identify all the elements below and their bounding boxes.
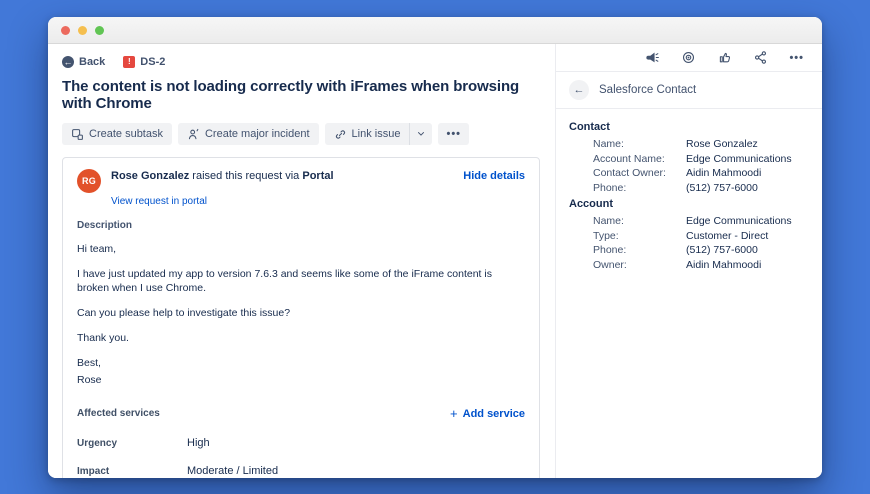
affected-services-label: Affected services bbox=[77, 408, 160, 419]
vote-thumbs-up-icon[interactable] bbox=[717, 50, 732, 65]
reporter-avatar: RG bbox=[77, 169, 101, 193]
create-major-incident-button[interactable]: Create major incident bbox=[178, 123, 319, 145]
field-value: Edge Communications bbox=[686, 215, 792, 228]
plus-icon: + bbox=[450, 406, 458, 421]
add-service-label: Add service bbox=[463, 408, 525, 420]
description-paragraph: Best, bbox=[77, 356, 525, 370]
more-actions-button[interactable]: ••• bbox=[438, 123, 469, 145]
link-issue-button[interactable]: Link issue bbox=[325, 123, 410, 145]
field-label: Name: bbox=[593, 215, 686, 228]
hide-details-link[interactable]: Hide details bbox=[463, 169, 525, 182]
impact-value[interactable]: Moderate / Limited bbox=[187, 465, 278, 477]
reporter-name: Rose Gonzalez bbox=[111, 170, 189, 182]
field-label: Phone: bbox=[593, 244, 686, 257]
watch-icon[interactable] bbox=[681, 50, 696, 65]
share-icon[interactable] bbox=[753, 50, 768, 65]
create-subtask-button[interactable]: Create subtask bbox=[62, 123, 172, 145]
incident-type-icon: ! bbox=[123, 56, 135, 68]
issue-key-link[interactable]: ! DS-2 bbox=[123, 56, 165, 68]
account-row: Phone: (512) 757-6000 bbox=[569, 243, 809, 258]
person-icon bbox=[187, 128, 200, 141]
back-button[interactable]: ← Back bbox=[62, 56, 105, 68]
panel-back-button[interactable]: ← bbox=[569, 80, 589, 100]
contact-row: Account Name: Edge Communications bbox=[569, 152, 809, 167]
breadcrumb: ← Back ! DS-2 bbox=[62, 56, 540, 68]
field-value: (512) 757-6000 bbox=[686, 182, 758, 195]
link-issue-split-button: Link issue bbox=[325, 123, 433, 145]
field-label: Phone: bbox=[593, 182, 686, 195]
description-paragraph: Thank you. bbox=[77, 331, 525, 345]
field-label: Account Name: bbox=[593, 153, 686, 166]
chevron-down-icon bbox=[416, 129, 426, 139]
field-value: Aidin Mahmoodi bbox=[686, 259, 761, 272]
link-issue-dropdown-caret[interactable] bbox=[409, 123, 432, 145]
zoom-window-button[interactable] bbox=[95, 26, 104, 35]
impact-field: Impact Moderate / Limited bbox=[77, 465, 525, 477]
app-window: ← Back ! DS-2 The content is not loading… bbox=[48, 17, 822, 478]
field-value: Rose Gonzalez bbox=[686, 138, 758, 151]
account-section-heading: Account bbox=[569, 198, 809, 210]
issue-key-label: DS-2 bbox=[140, 56, 165, 68]
side-panel-title: Salesforce Contact bbox=[599, 84, 696, 96]
field-value: (512) 757-6000 bbox=[686, 244, 758, 257]
raised-request-text: Rose Gonzalez raised this request via Po… bbox=[111, 169, 334, 182]
account-row: Type: Customer - Direct bbox=[569, 229, 809, 244]
description-paragraph: I have just updated my app to version 7.… bbox=[77, 267, 525, 295]
minimize-window-button[interactable] bbox=[78, 26, 87, 35]
field-value: Customer - Direct bbox=[686, 230, 768, 243]
contact-row: Name: Rose Gonzalez bbox=[569, 137, 809, 152]
request-channel: Portal bbox=[302, 170, 333, 182]
contact-row: Phone: (512) 757-6000 bbox=[569, 181, 809, 196]
back-circle-icon: ← bbox=[62, 56, 74, 68]
issue-main-column: ← Back ! DS-2 The content is not loading… bbox=[48, 44, 555, 478]
add-service-link[interactable]: + Add service bbox=[450, 406, 525, 421]
salesforce-contact-details: Contact Name: Rose Gonzalez Account Name… bbox=[556, 109, 822, 281]
description-paragraph: Hi team, bbox=[77, 242, 525, 256]
account-row: Name: Edge Communications bbox=[569, 214, 809, 229]
view-request-in-portal-link[interactable]: View request in portal bbox=[111, 196, 525, 207]
issue-toolbar: Create subtask Create major incident Lin… bbox=[62, 123, 540, 145]
urgency-field: Urgency High bbox=[77, 437, 525, 449]
description-paragraph: Rose bbox=[77, 373, 525, 387]
feedback-megaphone-icon[interactable] bbox=[645, 50, 660, 65]
field-label: Name: bbox=[593, 138, 686, 151]
create-major-incident-label: Create major incident bbox=[205, 128, 310, 140]
account-row: Owner: Aidin Mahmoodi bbox=[569, 258, 809, 273]
create-subtask-label: Create subtask bbox=[89, 128, 163, 140]
urgency-value[interactable]: High bbox=[187, 437, 210, 449]
ellipsis-icon: ••• bbox=[446, 128, 461, 140]
description-paragraph: Can you please help to investigate this … bbox=[77, 306, 525, 320]
issue-action-icons: ••• bbox=[556, 44, 822, 72]
raised-via-text: raised this request via bbox=[189, 170, 302, 182]
contact-section-heading: Contact bbox=[569, 121, 809, 133]
contact-row: Contact Owner: Aidin Mahmoodi bbox=[569, 166, 809, 181]
impact-label: Impact bbox=[77, 466, 187, 477]
field-label: Owner: bbox=[593, 259, 686, 272]
field-value: Edge Communications bbox=[686, 153, 792, 166]
field-label: Contact Owner: bbox=[593, 167, 686, 180]
side-panel: ••• ← Salesforce Contact Contact Name: R… bbox=[555, 44, 822, 478]
link-icon bbox=[334, 128, 347, 141]
subtask-icon bbox=[71, 128, 84, 141]
back-label: Back bbox=[79, 56, 105, 68]
request-details-card: RG Rose Gonzalez raised this request via… bbox=[62, 157, 540, 478]
issue-title: The content is not loading correctly wit… bbox=[62, 78, 540, 112]
window-titlebar bbox=[48, 17, 822, 44]
link-issue-label: Link issue bbox=[352, 128, 401, 140]
panel-more-icon[interactable]: ••• bbox=[789, 52, 804, 64]
field-value: Aidin Mahmoodi bbox=[686, 167, 761, 180]
urgency-label: Urgency bbox=[77, 438, 187, 449]
close-window-button[interactable] bbox=[61, 26, 70, 35]
description-label: Description bbox=[77, 220, 525, 231]
field-label: Type: bbox=[593, 230, 686, 243]
side-panel-header: ← Salesforce Contact bbox=[556, 72, 822, 109]
